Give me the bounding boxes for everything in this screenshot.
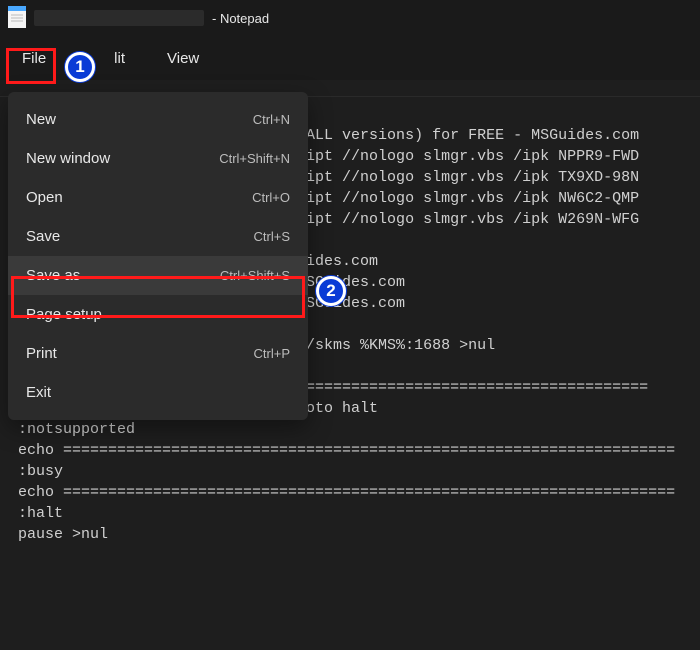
menu-new-window-label: New window <box>26 150 110 167</box>
menu-save[interactable]: Save Ctrl+S <box>8 217 308 256</box>
window-title: - Notepad <box>212 11 269 26</box>
menu-new-window-shortcut: Ctrl+Shift+N <box>219 151 290 166</box>
titlebar: - Notepad <box>0 0 700 36</box>
menu-save-as[interactable]: Save as Ctrl+Shift+S <box>8 256 308 295</box>
menu-edit[interactable]: lit <box>98 42 141 75</box>
menu-open-label: Open <box>26 189 63 206</box>
menu-new-window[interactable]: New window Ctrl+Shift+N <box>8 139 308 178</box>
file-menu-dropdown: New Ctrl+N New window Ctrl+Shift+N Open … <box>8 92 308 420</box>
menu-print-label: Print <box>26 345 57 362</box>
menu-exit-label: Exit <box>26 384 51 401</box>
annotation-callout-1: 1 <box>65 52 95 82</box>
menu-print[interactable]: Print Ctrl+P <box>8 334 308 373</box>
menu-save-as-shortcut: Ctrl+Shift+S <box>220 268 290 283</box>
annotation-callout-2: 2 <box>316 276 346 306</box>
menu-save-shortcut: Ctrl+S <box>254 229 290 244</box>
menu-open[interactable]: Open Ctrl+O <box>8 178 308 217</box>
menu-view[interactable]: View <box>151 42 215 75</box>
menu-save-as-label: Save as <box>26 267 80 284</box>
menu-open-shortcut: Ctrl+O <box>252 190 290 205</box>
filename-redacted <box>34 10 204 26</box>
menu-save-label: Save <box>26 228 60 245</box>
menu-new[interactable]: New Ctrl+N <box>8 100 308 139</box>
menu-new-label: New <box>26 111 56 128</box>
menubar: File lit View <box>0 36 700 80</box>
menu-page-setup[interactable]: Page setup <box>8 295 308 334</box>
menu-file[interactable]: File <box>6 42 62 75</box>
menu-new-shortcut: Ctrl+N <box>253 112 290 127</box>
menu-print-shortcut: Ctrl+P <box>254 346 290 361</box>
menu-page-setup-label: Page setup <box>26 306 102 323</box>
menu-exit[interactable]: Exit <box>8 373 308 412</box>
notepad-icon <box>8 6 26 31</box>
